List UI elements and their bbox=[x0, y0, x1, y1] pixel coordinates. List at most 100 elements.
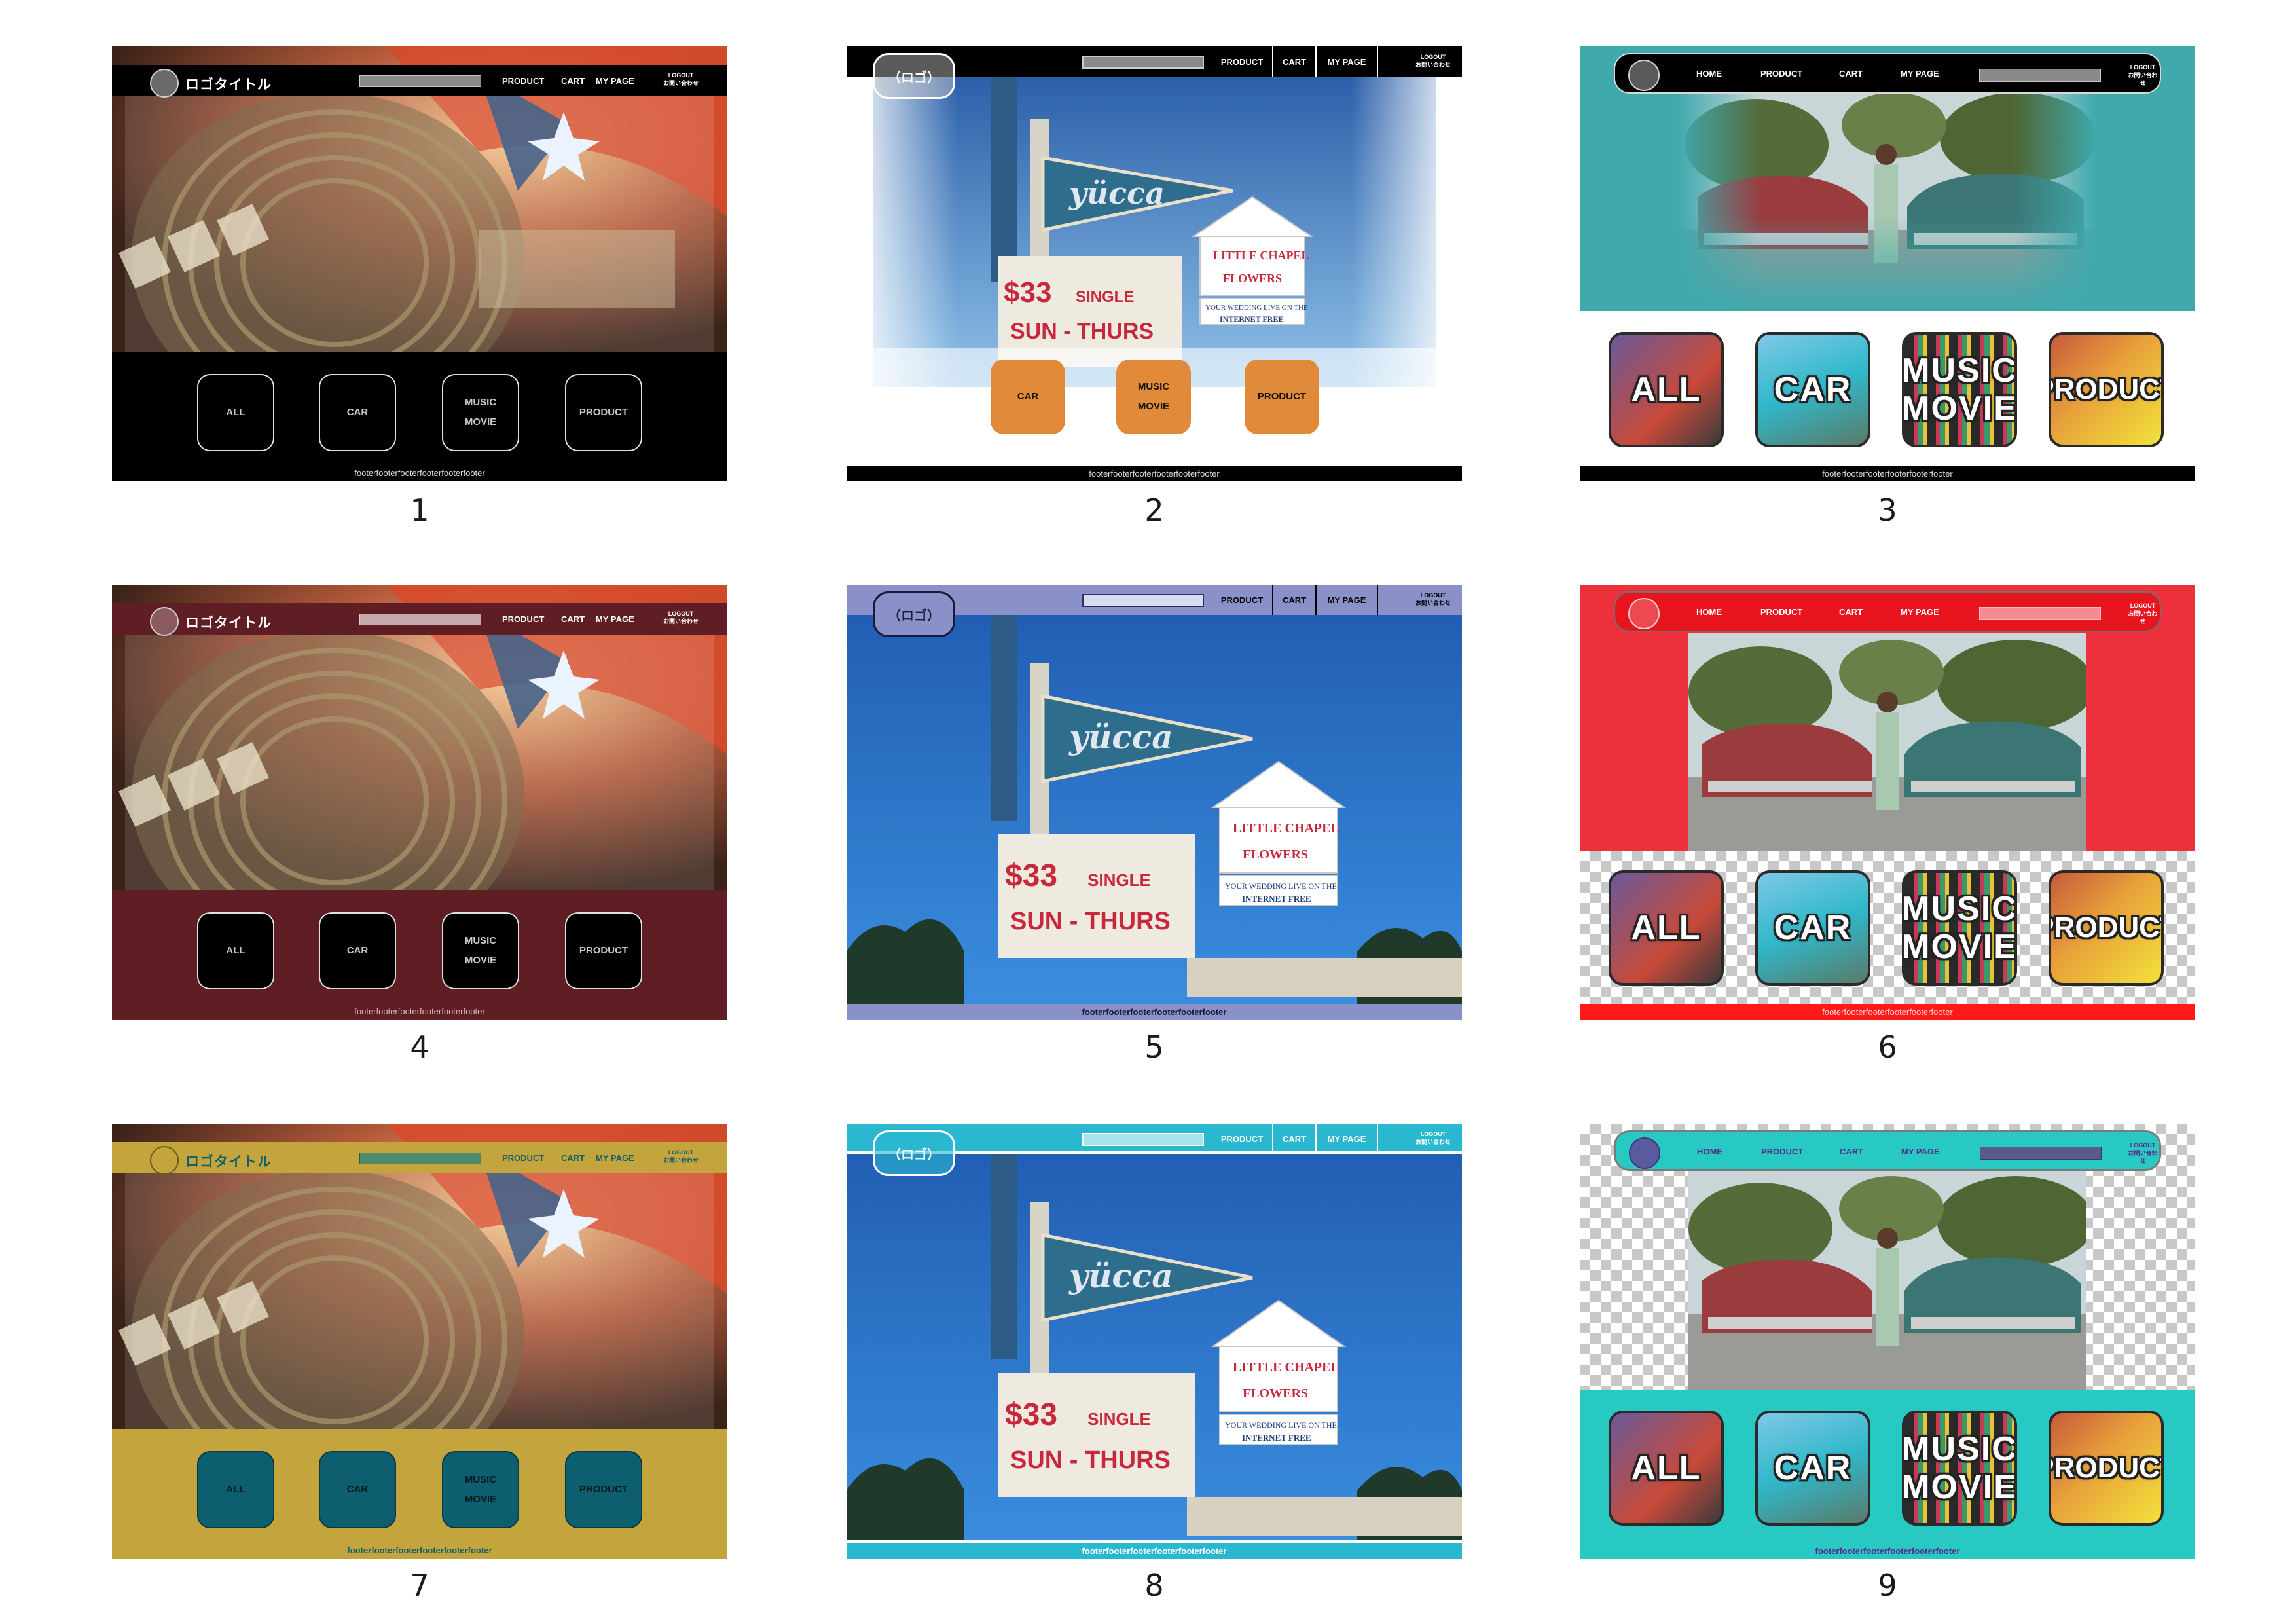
nav-cart[interactable]: CART bbox=[1273, 46, 1315, 77]
nav-mypage[interactable]: MY PAGE bbox=[1317, 585, 1377, 615]
category-car-tile[interactable]: CAR bbox=[1755, 1411, 1870, 1526]
nav-cart[interactable]: CART bbox=[1273, 1124, 1315, 1154]
category-music-movie-button[interactable]: MUSIC MOVIE bbox=[442, 1451, 519, 1528]
nav-product[interactable]: PRODUCT bbox=[1760, 69, 1802, 79]
category-all-tile[interactable]: ALL bbox=[1609, 332, 1724, 447]
search-input[interactable] bbox=[1082, 594, 1204, 607]
nav-product[interactable]: PRODUCT bbox=[502, 614, 544, 624]
category-car-tile[interactable]: CAR bbox=[1755, 332, 1870, 447]
category-music-movie-button[interactable]: MUSIC MOVIE bbox=[1116, 360, 1191, 434]
logout-contact-link[interactable]: LOGOUT お問い合わせ bbox=[1407, 1130, 1459, 1146]
logo-title[interactable]: ロゴタイトル bbox=[185, 74, 272, 94]
logout-contact-link[interactable]: LOGOUT お問い合わせ bbox=[2126, 602, 2160, 625]
logout-contact-link[interactable]: LOGOUT お問い合わせ bbox=[2126, 1141, 2159, 1165]
logo-pill[interactable]: （ロゴ） bbox=[873, 1130, 955, 1176]
logout-link[interactable]: LOGOUT bbox=[2130, 602, 2156, 609]
category-car-button[interactable]: CAR bbox=[319, 912, 396, 989]
category-product-button[interactable]: PRODUCT bbox=[565, 1451, 642, 1528]
contact-link[interactable]: お問い合わせ bbox=[1415, 600, 1451, 606]
nav-mypage[interactable]: MY PAGE bbox=[1317, 46, 1377, 77]
category-music-movie-tile[interactable]: MUSIC MOVIE bbox=[1902, 870, 2017, 986]
category-car-button[interactable]: CAR bbox=[319, 374, 396, 451]
nav-mypage[interactable]: MY PAGE bbox=[596, 76, 634, 86]
category-all-tile[interactable]: ALL bbox=[1609, 870, 1724, 986]
search-input[interactable] bbox=[1082, 1133, 1204, 1146]
category-product-button[interactable]: PRODUCT bbox=[565, 912, 642, 989]
category-product-tile[interactable]: PRODUCT bbox=[2049, 870, 2164, 986]
nav-home[interactable]: HOME bbox=[1697, 1147, 1722, 1156]
logo-pill[interactable]: （ロゴ） bbox=[873, 53, 955, 99]
nav-mypage[interactable]: MY PAGE bbox=[596, 1153, 634, 1163]
logo-icon[interactable] bbox=[150, 1146, 179, 1175]
search-input[interactable] bbox=[359, 1153, 481, 1164]
nav-product[interactable]: PRODUCT bbox=[1760, 607, 1802, 617]
nav-home[interactable]: HOME bbox=[1696, 607, 1722, 617]
nav-cart[interactable]: CART bbox=[561, 1153, 585, 1163]
category-all-tile[interactable]: ALL bbox=[1609, 1411, 1724, 1526]
nav-product[interactable]: PRODUCT bbox=[1212, 46, 1272, 77]
nav-product[interactable]: PRODUCT bbox=[1212, 585, 1272, 615]
logout-link[interactable]: LOGOUT bbox=[1421, 1131, 1446, 1137]
logout-contact-link[interactable]: LOGOUT お問い合わせ bbox=[663, 1149, 699, 1164]
nav-mypage[interactable]: MY PAGE bbox=[1901, 69, 1939, 79]
category-product-button[interactable]: PRODUCT bbox=[1245, 360, 1319, 434]
logout-link[interactable]: LOGOUT bbox=[1421, 592, 1446, 599]
category-product-tile[interactable]: PRODUCT bbox=[2049, 332, 2164, 447]
search-input[interactable] bbox=[1082, 56, 1204, 69]
nav-product[interactable]: PRODUCT bbox=[1761, 1147, 1803, 1156]
contact-link[interactable]: お問い合わせ bbox=[1415, 62, 1451, 68]
search-input[interactable] bbox=[1979, 607, 2101, 620]
category-product-tile[interactable]: PRODUCT bbox=[2049, 1411, 2164, 1526]
logo-pill[interactable]: （ロゴ） bbox=[873, 591, 955, 637]
nav-product[interactable]: PRODUCT bbox=[502, 76, 544, 86]
logo-title[interactable]: ロゴタイトル bbox=[185, 1151, 272, 1171]
nav-mypage[interactable]: MY PAGE bbox=[596, 614, 634, 624]
category-all-button[interactable]: ALL bbox=[197, 374, 274, 451]
category-car-tile[interactable]: CAR bbox=[1755, 870, 1870, 986]
nav-product[interactable]: PRODUCT bbox=[502, 1153, 544, 1163]
nav-cart[interactable]: CART bbox=[561, 76, 585, 86]
category-car-button[interactable]: CAR bbox=[991, 360, 1065, 434]
contact-link[interactable]: お問い合わせ bbox=[663, 80, 699, 86]
category-music-movie-button[interactable]: MUSIC MOVIE bbox=[442, 374, 519, 451]
category-music-movie-tile[interactable]: MUSIC MOVIE bbox=[1902, 332, 2017, 447]
nav-cart[interactable]: CART bbox=[1839, 607, 1863, 617]
logo-icon[interactable] bbox=[150, 69, 179, 98]
logout-contact-link[interactable]: LOGOUT お問い合わせ bbox=[1407, 53, 1459, 69]
nav-mypage[interactable]: MY PAGE bbox=[1317, 1124, 1377, 1154]
category-all-button[interactable]: ALL bbox=[197, 1451, 274, 1528]
logout-link[interactable]: LOGOUT bbox=[1421, 54, 1446, 60]
logout-link[interactable]: LOGOUT bbox=[2130, 64, 2156, 71]
logo-icon[interactable] bbox=[150, 607, 179, 636]
search-input[interactable] bbox=[1979, 69, 2101, 82]
logout-contact-link[interactable]: LOGOUT お問い合わせ bbox=[1407, 591, 1459, 607]
logout-link[interactable]: LOGOUT bbox=[668, 1149, 694, 1156]
logout-contact-link[interactable]: LOGOUT お問い合わせ bbox=[2126, 64, 2160, 87]
category-music-movie-tile[interactable]: MUSIC MOVIE bbox=[1902, 1411, 2017, 1526]
nav-mypage[interactable]: MY PAGE bbox=[1901, 1147, 1940, 1156]
search-input[interactable] bbox=[359, 75, 481, 87]
nav-cart[interactable]: CART bbox=[1273, 585, 1315, 615]
contact-link[interactable]: お問い合わせ bbox=[1415, 1139, 1451, 1145]
logout-contact-link[interactable]: LOGOUT お問い合わせ bbox=[663, 610, 699, 625]
logo-title[interactable]: ロゴタイトル bbox=[185, 612, 272, 632]
nav-cart[interactable]: CART bbox=[1840, 1147, 1863, 1156]
logo-icon[interactable] bbox=[1628, 60, 1660, 91]
logout-contact-link[interactable]: LOGOUT お問い合わせ bbox=[663, 71, 699, 87]
logout-link[interactable]: LOGOUT bbox=[668, 610, 694, 617]
contact-link[interactable]: お問い合わせ bbox=[2128, 72, 2157, 86]
category-product-button[interactable]: PRODUCT bbox=[565, 374, 642, 451]
nav-product[interactable]: PRODUCT bbox=[1212, 1124, 1272, 1154]
logo-icon[interactable] bbox=[1629, 1137, 1660, 1169]
nav-home[interactable]: HOME bbox=[1696, 69, 1722, 79]
logout-link[interactable]: LOGOUT bbox=[668, 72, 694, 79]
nav-cart[interactable]: CART bbox=[1839, 69, 1863, 79]
contact-link[interactable]: お問い合わせ bbox=[2128, 610, 2157, 625]
category-music-movie-button[interactable]: MUSIC MOVIE bbox=[442, 912, 519, 989]
nav-mypage[interactable]: MY PAGE bbox=[1901, 607, 1939, 617]
logout-link[interactable]: LOGOUT bbox=[2130, 1142, 2156, 1149]
nav-cart[interactable]: CART bbox=[561, 614, 585, 624]
search-input[interactable] bbox=[359, 614, 481, 625]
contact-link[interactable]: お問い合わせ bbox=[663, 618, 699, 625]
contact-link[interactable]: お問い合わせ bbox=[2128, 1150, 2157, 1164]
